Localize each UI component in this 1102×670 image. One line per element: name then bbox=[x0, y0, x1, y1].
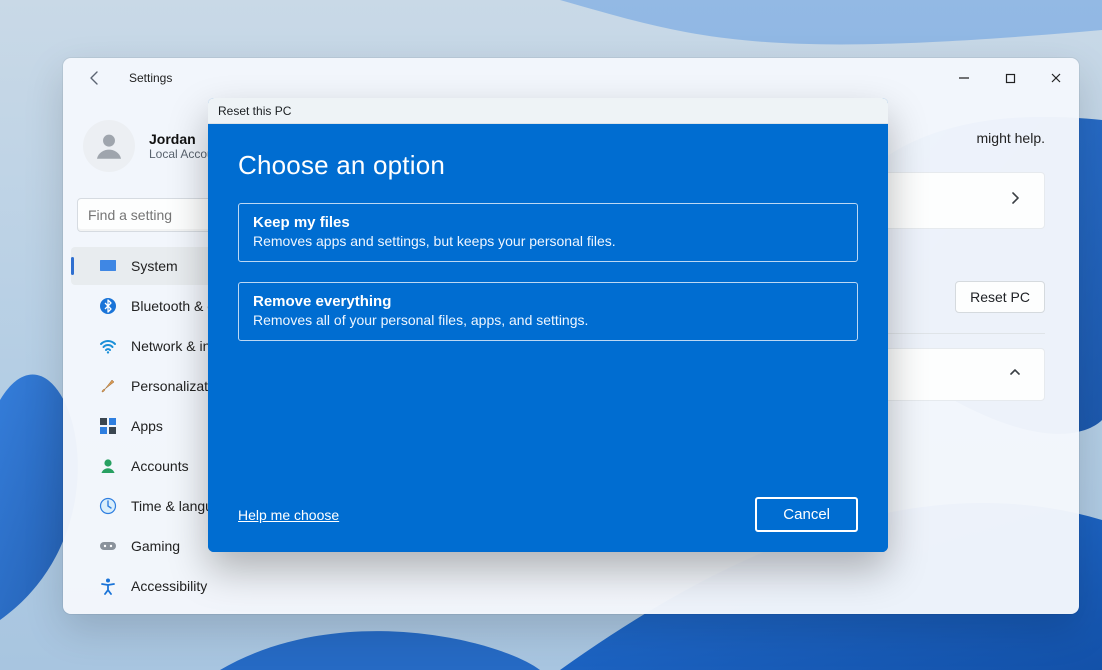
brush-icon bbox=[99, 377, 117, 395]
nav-label: Gaming bbox=[131, 538, 180, 554]
minimize-button[interactable] bbox=[941, 58, 987, 98]
option-title: Remove everything bbox=[253, 293, 843, 310]
nav-item-accessibility[interactable]: Accessibility bbox=[71, 567, 371, 605]
accessibility-icon bbox=[99, 577, 117, 595]
maximize-button[interactable] bbox=[987, 58, 1033, 98]
reset-pc-dialog: Reset this PC Choose an option Keep my f… bbox=[208, 98, 888, 552]
option-title: Keep my files bbox=[253, 214, 843, 231]
avatar bbox=[83, 120, 135, 172]
dialog-titlebar: Reset this PC bbox=[208, 98, 888, 124]
nav-label: Apps bbox=[131, 418, 163, 434]
chevron-up-icon bbox=[1008, 365, 1022, 384]
apps-icon bbox=[99, 417, 117, 435]
nav-label: System bbox=[131, 258, 178, 274]
option-desc: Removes apps and settings, but keeps you… bbox=[253, 233, 843, 249]
gamepad-icon bbox=[99, 537, 117, 555]
close-button[interactable] bbox=[1033, 58, 1079, 98]
option-keep-my-files[interactable]: Keep my files Removes apps and settings,… bbox=[238, 203, 858, 262]
chevron-right-icon bbox=[1008, 191, 1022, 210]
wifi-icon bbox=[99, 337, 117, 355]
dialog-title: Reset this PC bbox=[218, 104, 291, 118]
nav-label: Accounts bbox=[131, 458, 189, 474]
help-me-choose-link[interactable]: Help me choose bbox=[238, 507, 339, 523]
bluetooth-icon bbox=[99, 297, 117, 315]
option-remove-everything[interactable]: Remove everything Removes all of your pe… bbox=[238, 282, 858, 341]
system-icon bbox=[99, 257, 117, 275]
window-title: Settings bbox=[129, 71, 172, 85]
option-desc: Removes all of your personal files, apps… bbox=[253, 312, 843, 328]
titlebar: Settings bbox=[63, 58, 1079, 98]
reset-pc-button[interactable]: Reset PC bbox=[955, 281, 1045, 313]
back-button[interactable] bbox=[75, 58, 115, 98]
cancel-button[interactable]: Cancel bbox=[755, 497, 858, 532]
person-icon bbox=[99, 457, 117, 475]
clock-globe-icon bbox=[99, 497, 117, 515]
dialog-heading: Choose an option bbox=[238, 150, 858, 181]
nav-label: Accessibility bbox=[131, 578, 207, 594]
